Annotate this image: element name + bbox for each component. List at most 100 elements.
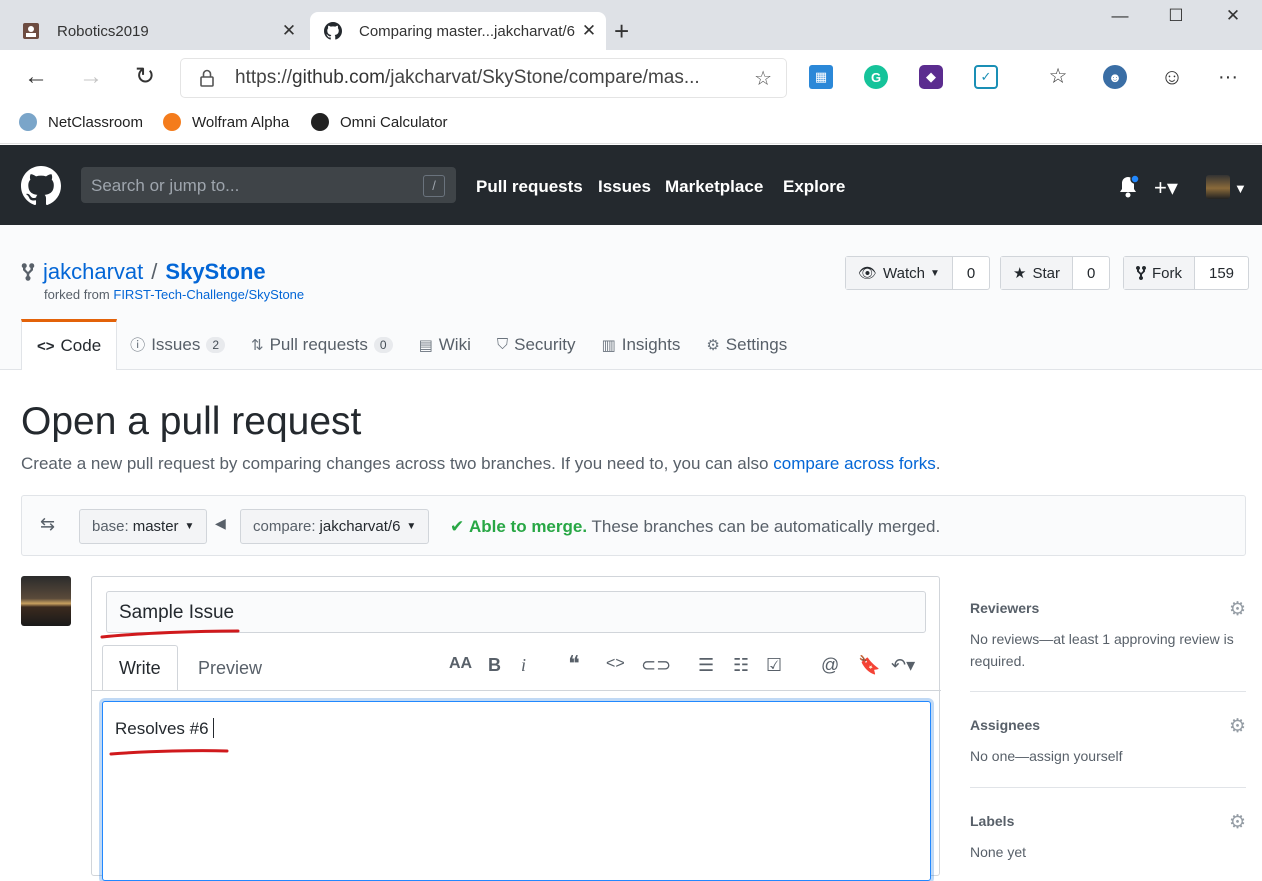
forked-from-link[interactable]: FIRST-Tech-Challenge/SkyStone <box>113 287 304 302</box>
wolfram-icon <box>163 113 181 131</box>
gear-icon[interactable]: ⚙ <box>1229 598 1246 621</box>
labels-title[interactable]: Labels <box>970 813 1246 829</box>
forked-from-line: forked from FIRST-Tech-Challenge/SkySton… <box>44 287 304 302</box>
star-button[interactable]: ★ Star <box>1001 257 1073 289</box>
nav-pull-requests[interactable]: Pull requests <box>476 177 583 197</box>
close-tab-icon[interactable]: ✕ <box>276 21 302 41</box>
reply-icon[interactable]: ↶▾ <box>891 655 915 676</box>
forward-arrow-icon[interactable]: → <box>76 63 106 93</box>
tab-settings[interactable]: ⚙ Settings <box>693 319 800 370</box>
labels-text: None yet <box>970 844 1027 860</box>
gear-icon[interactable]: ⚙ <box>1229 715 1246 738</box>
notifications-bell-icon[interactable] <box>1117 175 1139 199</box>
bookmark-wolfram[interactable]: Wolfram Alpha <box>163 113 289 131</box>
mention-icon[interactable]: @ <box>821 655 839 676</box>
tab-preview[interactable]: Preview <box>182 645 278 691</box>
nav-issues[interactable]: Issues <box>598 177 651 197</box>
fork-button[interactable]: Fork <box>1124 257 1195 289</box>
reviewers-title[interactable]: Reviewers <box>970 600 1246 616</box>
repo-owner-link[interactable]: jakcharvat <box>43 259 143 285</box>
chevron-down-icon[interactable]: ▼ <box>1234 181 1247 196</box>
grammarly-icon[interactable]: G <box>864 65 888 89</box>
sidebar-divider <box>970 787 1246 788</box>
tab-wiki[interactable]: ▤ Wiki <box>406 319 484 370</box>
star-count[interactable]: 0 <box>1073 257 1109 289</box>
page-subtitle: Create a new pull request by comparing c… <box>21 454 940 474</box>
github-header: Search or jump to... / Pull requests Iss… <box>0 145 1262 225</box>
ordered-list-icon[interactable]: ☷ <box>733 655 749 676</box>
repo-forked-icon <box>21 263 35 281</box>
nav-explore[interactable]: Explore <box>783 177 845 197</box>
bookmark-icon[interactable]: 🔖 <box>858 655 880 676</box>
tab-write[interactable]: Write <box>102 645 178 691</box>
address-bar[interactable]: https://github.com/jakcharvat/SkyStone/c… <box>181 59 786 97</box>
bookmark-label: NetClassroom <box>48 113 144 131</box>
tab-issues[interactable]: ⓘ Issues 2 <box>117 319 238 370</box>
gear-icon: ⚙ <box>706 336 720 354</box>
star-button-group: ★ Star 0 <box>1000 256 1111 290</box>
reload-icon[interactable]: ↻ <box>130 63 160 93</box>
favorites-list-icon[interactable]: ☆ <box>1043 63 1073 93</box>
italic-icon[interactable]: i <box>521 655 526 676</box>
fork-count[interactable]: 159 <box>1195 257 1248 289</box>
nav-marketplace[interactable]: Marketplace <box>665 177 763 197</box>
repo-separator: / <box>151 259 158 284</box>
text-size-icon[interactable]: AA <box>449 655 472 673</box>
more-menu-icon[interactable]: ··· <box>1213 63 1243 93</box>
minimize-icon[interactable]: — <box>1105 6 1135 26</box>
extension-window-icon[interactable]: ▦ <box>809 65 833 89</box>
tab-pull-requests[interactable]: ⇅ Pull requests 0 <box>238 319 406 370</box>
maximize-icon[interactable]: ☐ <box>1161 6 1191 26</box>
gear-icon[interactable]: ⚙ <box>1229 811 1246 834</box>
create-new-plus-icon[interactable]: +▾ <box>1154 175 1178 201</box>
bookmark-label: Wolfram Alpha <box>192 113 290 131</box>
back-arrow-icon[interactable]: ← <box>21 63 51 93</box>
assignees-title[interactable]: Assignees <box>970 717 1246 733</box>
assignees-text[interactable]: No one—assign yourself <box>970 745 1246 767</box>
watch-count[interactable]: 0 <box>953 257 989 289</box>
base-branch-select[interactable]: base: master ▼ <box>79 509 208 544</box>
browser-tab-robotics[interactable]: Robotics2019 ✕ <box>0 12 306 50</box>
extension-cube-icon[interactable]: ◆ <box>919 65 943 89</box>
quote-icon[interactable]: ❝ <box>568 651 580 677</box>
star-icon: ★ <box>1013 265 1027 282</box>
base-branch-value: master <box>132 518 179 535</box>
repo-header: jakcharvat / SkyStone forked from FIRST-… <box>0 225 1262 370</box>
browser-tab-github[interactable]: Comparing master...jakcharvat/6 ✕ <box>310 12 606 50</box>
favorite-star-icon[interactable]: ☆ <box>754 66 772 91</box>
close-tab-icon[interactable]: ✕ <box>576 21 602 41</box>
chevron-down-icon: ▼ <box>406 521 417 532</box>
url-text: https://github.com/jakcharvat/SkyStone/c… <box>235 67 700 88</box>
user-avatar-menu[interactable] <box>1206 175 1230 199</box>
close-window-icon[interactable]: ✕ <box>1218 6 1248 26</box>
code-icon[interactable]: <> <box>606 655 625 673</box>
git-pull-request-icon: ⇅ <box>251 336 264 354</box>
bookmark-netclassroom[interactable]: NetClassroom <box>19 113 143 131</box>
tab-security[interactable]: ⛉ Security <box>484 319 589 370</box>
netclassroom-icon <box>19 113 37 131</box>
tab-code[interactable]: <> Code <box>21 319 118 370</box>
shield-extension-icon[interactable]: ✓ <box>974 65 998 89</box>
extension-robot-icon[interactable]: ☻ <box>1103 65 1127 89</box>
tab-insights[interactable]: ▥ Insights <box>589 319 694 370</box>
task-list-icon[interactable]: ☑ <box>766 655 782 676</box>
new-tab-icon[interactable]: + <box>614 16 629 47</box>
link-icon[interactable]: ⊂⊃ <box>641 655 671 676</box>
avatar[interactable] <box>21 576 71 626</box>
star-label: Star <box>1032 264 1060 282</box>
unordered-list-icon[interactable]: ☰ <box>698 655 714 676</box>
comment-body-textarea[interactable]: Resolves #6 <box>102 701 931 881</box>
text-caret <box>212 718 214 738</box>
search-input[interactable]: Search or jump to... / <box>81 167 456 203</box>
bookmark-omni-calculator[interactable]: Omni Calculator <box>311 113 448 131</box>
merge-status-detail: These branches can be automatically merg… <box>591 517 941 536</box>
repo-name-link[interactable]: SkyStone <box>165 259 265 285</box>
bold-icon[interactable]: B <box>488 655 501 676</box>
github-logo-icon[interactable] <box>21 166 61 206</box>
github-favicon-icon <box>324 22 342 40</box>
compare-branch-select[interactable]: compare: jakcharvat/6 ▼ <box>240 509 430 544</box>
watch-button[interactable]: 👁 Watch ▼ <box>846 257 953 289</box>
compare-across-forks-link[interactable]: compare across forks <box>773 454 936 473</box>
tab-label: Wiki <box>438 334 471 354</box>
smiley-feedback-icon[interactable]: ☺ <box>1157 63 1187 93</box>
